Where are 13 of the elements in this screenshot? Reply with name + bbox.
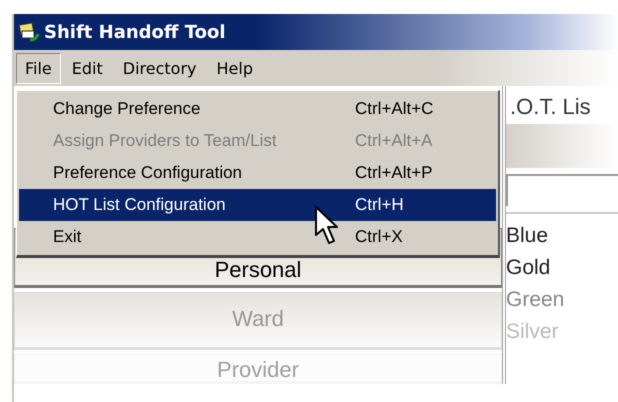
menu-item[interactable]: HOT List Configuration Ctrl+H bbox=[19, 189, 496, 221]
list-item[interactable]: Blue bbox=[506, 220, 618, 252]
menu-item[interactable]: Directory bbox=[114, 52, 206, 84]
list-item[interactable]: Gold bbox=[506, 252, 618, 284]
menu-item[interactable]: Change Preference Ctrl+Alt+C bbox=[19, 93, 496, 125]
menu-item[interactable]: Edit bbox=[62, 52, 112, 84]
menu-item[interactable]: File bbox=[16, 52, 61, 84]
list-item[interactable]: Green bbox=[506, 284, 618, 316]
menu-item[interactable]: Help bbox=[208, 52, 262, 84]
window-title: Shift Handoff Tool bbox=[44, 22, 226, 42]
app-icon bbox=[18, 22, 40, 42]
menu-item[interactable]: Preference Configuration Ctrl+Alt+P bbox=[19, 157, 496, 189]
input-field[interactable] bbox=[506, 174, 618, 206]
